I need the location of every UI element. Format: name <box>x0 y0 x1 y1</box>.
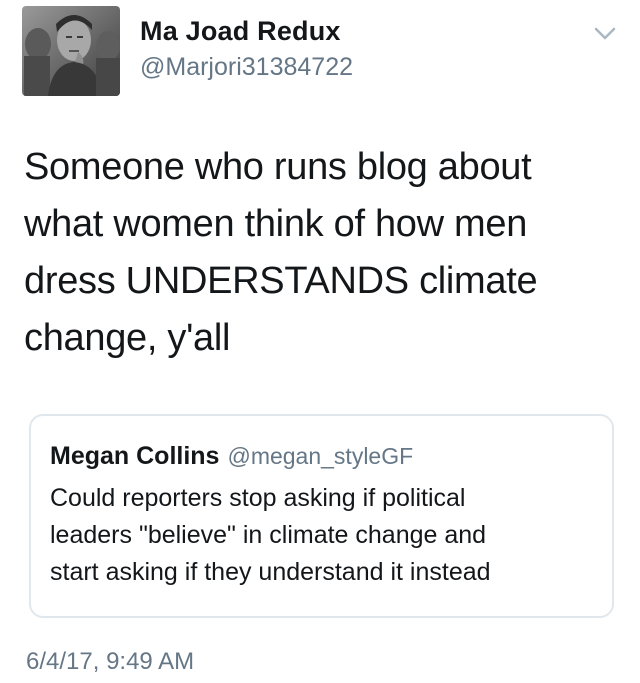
author-display-name[interactable]: Ma Joad Redux <box>140 16 341 47</box>
tweet-text-line: change, y'all <box>24 317 231 359</box>
chevron-down-icon[interactable] <box>594 27 616 41</box>
quoted-tweet-text-line: Could reporters stop asking if political <box>50 484 466 512</box>
tweet-text-line: dress UNDERSTANDS climate <box>24 260 538 302</box>
author-handle[interactable]: @Marjori31384722 <box>140 53 353 82</box>
tweet-text-line: Someone who runs blog about <box>24 146 532 188</box>
avatar[interactable] <box>22 6 120 96</box>
tweet: Ma Joad Redux @Marjori31384722 Someone w… <box>0 0 640 683</box>
quoted-tweet-text-line: start asking if they understand it inste… <box>50 558 491 586</box>
profile-photo-icon <box>22 6 120 96</box>
quoted-tweet-card[interactable]: Megan Collins @megan_styleGF Could report… <box>29 414 614 618</box>
tweet-text: Someone who runs blog about what women t… <box>24 139 624 367</box>
tweet-timestamp[interactable]: 6/4/17, 9:49 AM <box>26 648 194 676</box>
quoted-tweet-text-line: leaders "believe" in climate change and <box>50 521 487 549</box>
quoted-tweet-display-name: Megan Collins <box>50 442 220 470</box>
quoted-tweet-handle: @megan_styleGF <box>227 443 414 469</box>
tweet-text-line: what women think of how men <box>24 203 528 245</box>
quoted-tweet-header: Megan Collins @megan_styleGF <box>50 442 413 471</box>
quoted-tweet-text: Could reporters stop asking if political… <box>50 480 598 591</box>
